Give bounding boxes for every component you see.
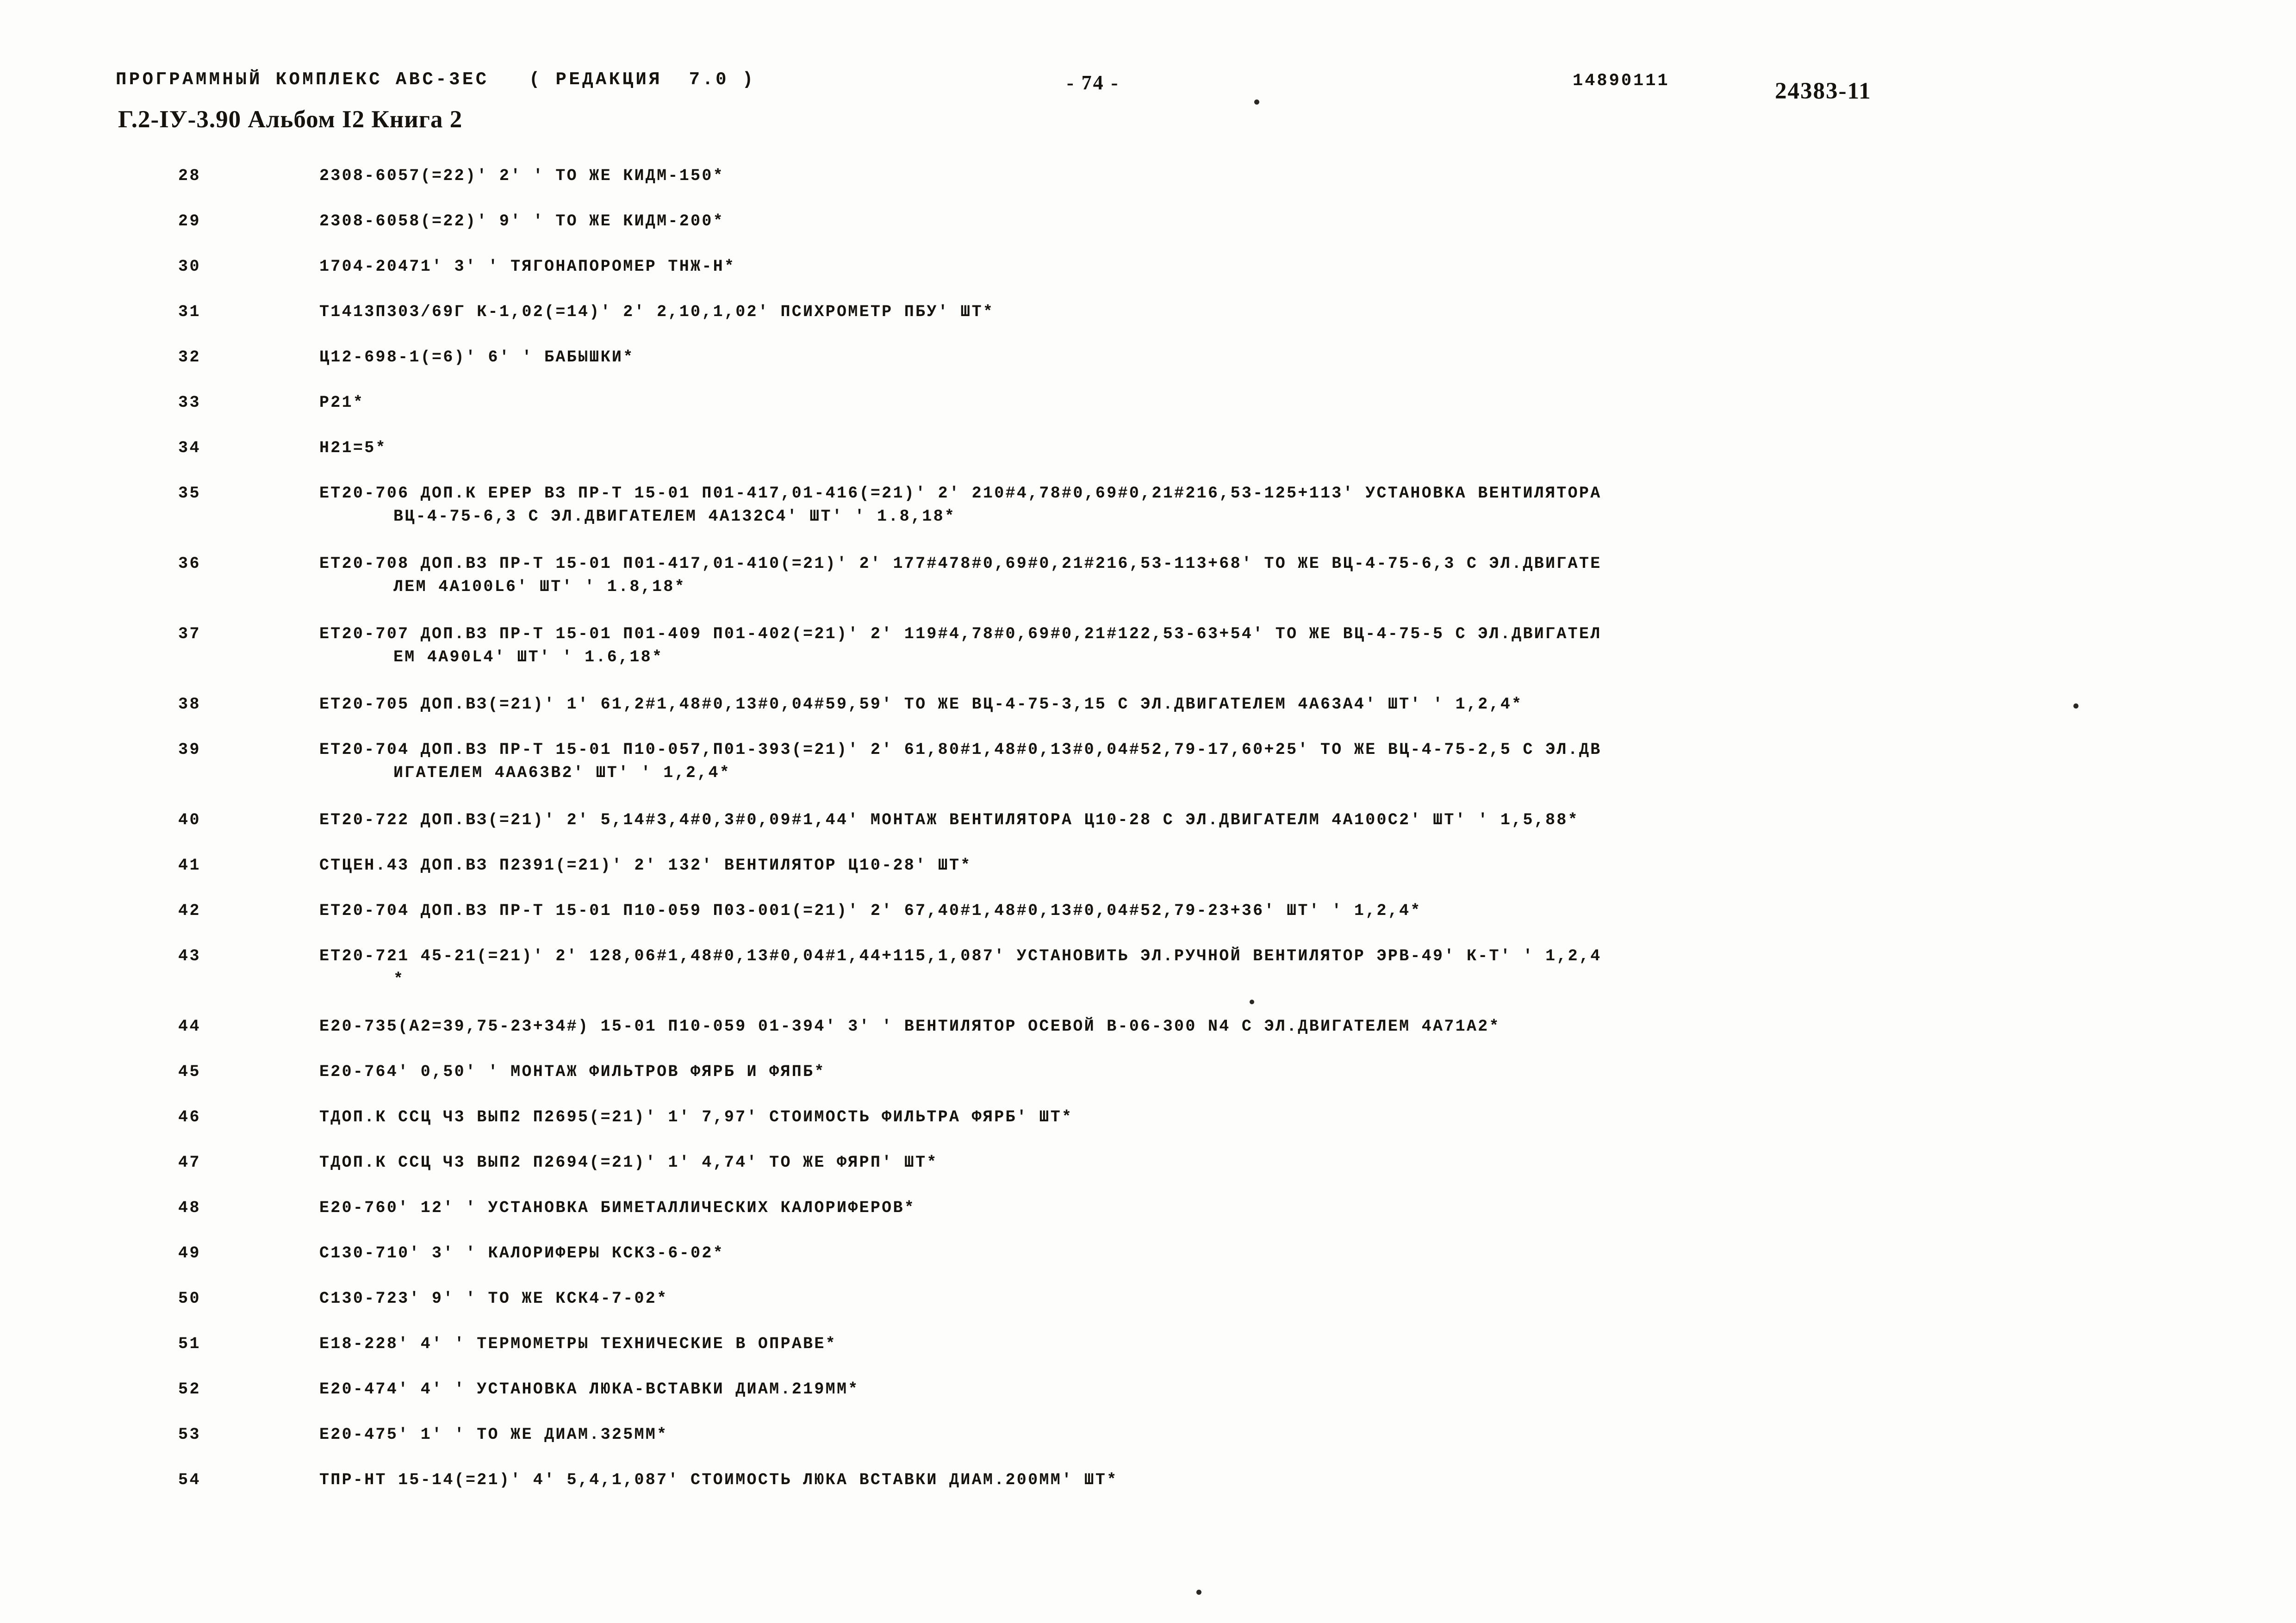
row-text: ЕТ20-707 ДОП.ВЗ ПР-Т 15-01 П01-409 П01-4… [319, 625, 1602, 643]
row-number: 48 [178, 1199, 201, 1217]
row-text: Р21* [319, 393, 365, 412]
row-number: 52 [178, 1380, 201, 1399]
row-text: С130-723' 9' ' ТО ЖЕ КСК4-7-02* [319, 1289, 668, 1308]
row-continuation: ЕМ 4А90L4' ШТ' ' 1.6,18* [393, 648, 664, 666]
row-text: Е18-228' 4' ' ТЕРМОМЕТРЫ ТЕХНИЧЕСКИЕ В О… [319, 1335, 837, 1353]
row-text: ТПР-НТ 15-14(=21)' 4' 5,4,1,087' СТОИМОС… [319, 1471, 1118, 1489]
listing-row: 33 Р21* [0, 393, 2296, 439]
scan-speck [2073, 703, 2078, 709]
row-number: 40 [178, 811, 201, 829]
row-number: 29 [178, 212, 201, 230]
listing-row: 41 СТЦЕН.43 ДОП.ВЗ П2391(=21)' 2' 132' ВЕ… [0, 856, 2296, 902]
listing-row: 54 ТПР-НТ 15-14(=21)' 4' 5,4,1,087' СТОИМ… [0, 1471, 2296, 1516]
listing-row: 48 Е20-760' 12' ' УСТАНОВКА БИМЕТАЛЛИЧЕСК… [0, 1199, 2296, 1244]
listing-body: 28 2308-6057(=22)' 2' ' ТО ЖЕ КИДМ-150* 29… [0, 167, 2296, 1516]
row-text: Е20-474' 4' ' УСТАНОВКА ЛЮКА-ВСТАВКИ ДИА… [319, 1380, 859, 1399]
row-text: Т1413П303/69Г К-1,02(=14)' 2' 2,10,1,02'… [319, 303, 995, 321]
scan-speck [1250, 1000, 1254, 1004]
document-code: 14890111 [1573, 71, 1670, 91]
row-text: ЕТ20-721 45-21(=21)' 2' 128,06#1,48#0,13… [319, 947, 1602, 965]
listing-row: 29 2308-6058(=22)' 9' ' ТО ЖЕ КИДМ-200* [0, 212, 2296, 257]
row-number: 41 [178, 856, 201, 875]
stamp-code: 24383-11 [1775, 78, 1872, 104]
row-number: 45 [178, 1063, 201, 1081]
row-number: 47 [178, 1153, 201, 1172]
listing-row: 37 ЕТ20-707 ДОП.ВЗ ПР-Т 15-01 П01-409 П01… [0, 625, 2296, 695]
listing-row: 49 С130-710' 3' ' КАЛОРИФЕРЫ КСК3-6-02* [0, 1244, 2296, 1289]
row-text: 2308-6058(=22)' 9' ' ТО ЖЕ КИДМ-200* [319, 212, 724, 230]
row-number: 36 [178, 554, 201, 573]
scanned-page: ПРОГРАММНЫЙ КОМПЛЕКС АВС-3ЕС ( РЕДАКЦИЯ … [0, 0, 2296, 1623]
listing-row: 44 Е20-735(А2=39,75-23+34#) 15-01 П10-059… [0, 1017, 2296, 1063]
listing-row: 35 ЕТ20-706 ДОП.К ЕРЕР ВЗ ПР-Т 15-01 П01-… [0, 484, 2296, 554]
scan-speck [1196, 1590, 1201, 1595]
row-number: 32 [178, 348, 201, 367]
row-number: 39 [178, 740, 201, 759]
row-text: ЕТ20-705 ДОП.ВЗ(=21)' 1' 61,2#1,48#0,13#… [319, 695, 1523, 714]
row-number: 28 [178, 167, 201, 185]
row-number: 54 [178, 1471, 201, 1489]
row-number: 50 [178, 1289, 201, 1308]
page-number: - 74 - [1067, 71, 1120, 94]
row-number: 37 [178, 625, 201, 643]
row-number: 33 [178, 393, 201, 412]
album-line: Г.2-IУ-3.90 Альбом I2 Книга 2 [118, 106, 463, 133]
listing-row: 38 ЕТ20-705 ДОП.ВЗ(=21)' 1' 61,2#1,48#0,1… [0, 695, 2296, 740]
listing-row: 34 Н21=5* [0, 439, 2296, 484]
scan-speck [1254, 99, 1259, 105]
listing-row: 28 2308-6057(=22)' 2' ' ТО ЖЕ КИДМ-150* [0, 167, 2296, 212]
row-number: 51 [178, 1335, 201, 1353]
listing-row: 45 Е20-764' 0,50' ' МОНТАЖ ФИЛЬТРОВ ФЯРБ … [0, 1063, 2296, 1108]
row-number: 49 [178, 1244, 201, 1262]
row-continuation: ВЦ-4-75-6,3 С ЭЛ.ДВИГАТЕЛЕМ 4А132С4' ШТ'… [393, 507, 956, 526]
listing-row: 39 ЕТ20-704 ДОП.ВЗ ПР-Т 15-01 П10-057,П01… [0, 740, 2296, 811]
row-number: 30 [178, 257, 201, 276]
row-text: Е20-475' 1' ' ТО ЖЕ ДИАМ.325ММ* [319, 1425, 668, 1444]
row-text: Н21=5* [319, 439, 387, 457]
listing-row: 32 Ц12-698-1(=6)' 6' ' БАБЫШКИ* [0, 348, 2296, 393]
row-text: ТДОП.К ССЦ Ч3 ВЫП2 П2695(=21)' 1' 7,97' … [319, 1108, 1073, 1126]
row-number: 38 [178, 695, 201, 714]
listing-row: 43 ЕТ20-721 45-21(=21)' 2' 128,06#1,48#0,… [0, 947, 2296, 1017]
row-number: 34 [178, 439, 201, 457]
row-text: СТЦЕН.43 ДОП.ВЗ П2391(=21)' 2' 132' ВЕНТ… [319, 856, 972, 875]
row-text: ЕТ20-704 ДОП.ВЗ ПР-Т 15-01 П10-057,П01-3… [319, 740, 1602, 759]
row-text: 1704-20471' 3' ' ТЯГОНАПОРОМЕР ТНЖ-Н* [319, 257, 736, 276]
row-number: 31 [178, 303, 201, 321]
listing-row: 53 Е20-475' 1' ' ТО ЖЕ ДИАМ.325ММ* [0, 1425, 2296, 1471]
row-text: Е20-735(А2=39,75-23+34#) 15-01 П10-059 0… [319, 1017, 1500, 1036]
row-continuation: ИГАТЕЛЕМ 4АА63В2' ШТ' ' 1,2,4* [393, 764, 731, 782]
row-text: ЕТ20-708 ДОП.ВЗ ПР-Т 15-01 П01-417,01-41… [319, 554, 1602, 573]
listing-row: 40 ЕТ20-722 ДОП.ВЗ(=21)' 2' 5,14#3,4#0,3#… [0, 811, 2296, 856]
row-text: ТДОП.К ССЦ Ч3 ВЫП2 П2694(=21)' 1' 4,74' … [319, 1153, 938, 1172]
row-text: Е20-760' 12' ' УСТАНОВКА БИМЕТАЛЛИЧЕСКИХ… [319, 1199, 916, 1217]
listing-row: 30 1704-20471' 3' ' ТЯГОНАПОРОМЕР ТНЖ-Н* [0, 257, 2296, 303]
listing-row: 31 Т1413П303/69Г К-1,02(=14)' 2' 2,10,1,0… [0, 303, 2296, 348]
listing-row: 36 ЕТ20-708 ДОП.ВЗ ПР-Т 15-01 П01-417,01-… [0, 554, 2296, 625]
row-text: ЕТ20-704 ДОП.ВЗ ПР-Т 15-01 П10-059 П03-0… [319, 902, 1422, 920]
row-number: 42 [178, 902, 201, 920]
row-text: 2308-6057(=22)' 2' ' ТО ЖЕ КИДМ-150* [319, 167, 724, 185]
listing-row: 50 С130-723' 9' ' ТО ЖЕ КСК4-7-02* [0, 1289, 2296, 1335]
listing-row: 47 ТДОП.К ССЦ Ч3 ВЫП2 П2694(=21)' 1' 4,74… [0, 1153, 2296, 1199]
listing-row: 52 Е20-474' 4' ' УСТАНОВКА ЛЮКА-ВСТАВКИ Д… [0, 1380, 2296, 1425]
row-text: С130-710' 3' ' КАЛОРИФЕРЫ КСК3-6-02* [319, 1244, 724, 1262]
listing-row: 46 ТДОП.К ССЦ Ч3 ВЫП2 П2695(=21)' 1' 7,97… [0, 1108, 2296, 1153]
row-text: Ц12-698-1(=6)' 6' ' БАБЫШКИ* [319, 348, 635, 367]
page-header: ПРОГРАММНЫЙ КОМПЛЕКС АВС-3ЕС ( РЕДАКЦИЯ … [0, 59, 2296, 147]
program-title: ПРОГРАММНЫЙ КОМПЛЕКС АВС-3ЕС ( РЕДАКЦИЯ … [116, 69, 756, 90]
listing-row: 51 Е18-228' 4' ' ТЕРМОМЕТРЫ ТЕХНИЧЕСКИЕ В… [0, 1335, 2296, 1380]
listing-row: 42 ЕТ20-704 ДОП.ВЗ ПР-Т 15-01 П10-059 П03… [0, 902, 2296, 947]
row-continuation: ЛЕМ 4А100L6' ШТ' ' 1.8,18* [393, 578, 686, 596]
row-number: 44 [178, 1017, 201, 1036]
row-text: ЕТ20-706 ДОП.К ЕРЕР ВЗ ПР-Т 15-01 П01-41… [319, 484, 1602, 503]
row-continuation: * [393, 970, 405, 989]
row-number: 46 [178, 1108, 201, 1126]
row-text: Е20-764' 0,50' ' МОНТАЖ ФИЛЬТРОВ ФЯРБ И … [319, 1063, 826, 1081]
row-number: 53 [178, 1425, 201, 1444]
row-number: 35 [178, 484, 201, 503]
row-number: 43 [178, 947, 201, 965]
row-text: ЕТ20-722 ДОП.ВЗ(=21)' 2' 5,14#3,4#0,3#0,… [319, 811, 1579, 829]
